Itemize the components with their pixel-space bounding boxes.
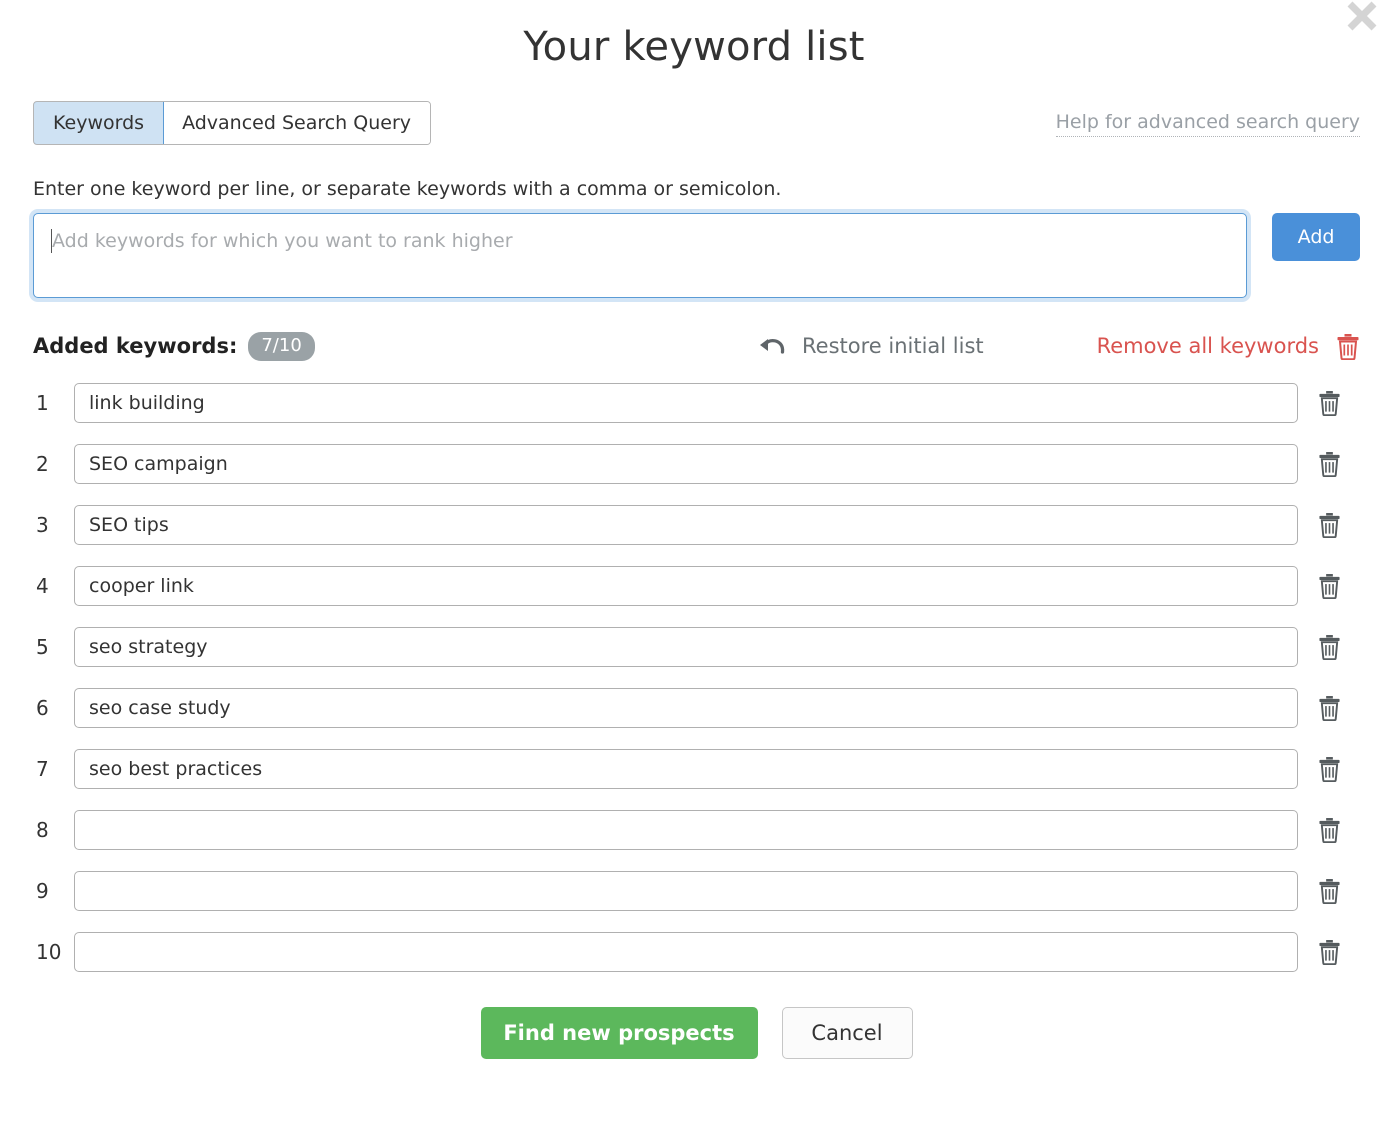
text-caret	[51, 229, 52, 253]
remove-all-keywords-button[interactable]: Remove all keywords	[1097, 333, 1360, 360]
dialog-footer: Find new prospects Cancel	[33, 1007, 1360, 1059]
delete-keyword-icon[interactable]	[1318, 390, 1341, 416]
keyword-count-badge: 7/10	[248, 332, 314, 361]
keyword-input[interactable]	[74, 505, 1298, 545]
delete-keyword-icon[interactable]	[1318, 634, 1341, 660]
keyword-row: 10	[33, 928, 1360, 975]
keyword-input[interactable]	[74, 566, 1298, 606]
keyword-row-number: 4	[33, 574, 74, 598]
keyword-row-number: 2	[33, 452, 74, 476]
tab-keywords[interactable]: Keywords	[33, 101, 164, 145]
tabs-row: Keywords Advanced Search Query Help for …	[33, 101, 1360, 145]
keyword-row-number: 1	[33, 391, 74, 415]
keyword-row: 3	[33, 501, 1360, 548]
tab-advanced-search-query-label: Advanced Search Query	[182, 112, 411, 134]
undo-icon	[758, 334, 788, 358]
keyword-row-number: 9	[33, 879, 74, 903]
keyword-input[interactable]	[74, 383, 1298, 423]
keyword-input[interactable]	[74, 871, 1298, 911]
page-title: Your keyword list	[0, 0, 1388, 72]
keyword-input[interactable]	[74, 444, 1298, 484]
delete-keyword-icon[interactable]	[1318, 756, 1341, 782]
added-keywords-label: Added keywords:	[33, 334, 237, 358]
keyword-textarea-wrapper[interactable]	[33, 213, 1247, 298]
keyword-row: 2	[33, 440, 1360, 487]
dialog-content: Keywords Advanced Search Query Help for …	[0, 101, 1388, 1059]
keyword-input[interactable]	[74, 688, 1298, 728]
entry-hint: Enter one keyword per line, or separate …	[33, 177, 1360, 201]
tab-advanced-search-query[interactable]: Advanced Search Query	[163, 102, 430, 144]
keyword-row-number: 10	[33, 940, 74, 964]
trash-icon	[1336, 333, 1360, 360]
find-new-prospects-button[interactable]: Find new prospects	[481, 1007, 758, 1059]
keyword-row-number: 5	[33, 635, 74, 659]
remove-all-keywords-label: Remove all keywords	[1097, 334, 1319, 358]
delete-keyword-icon[interactable]	[1318, 939, 1341, 965]
delete-keyword-icon[interactable]	[1318, 695, 1341, 721]
help-link[interactable]: Help for advanced search query	[1056, 110, 1360, 137]
tab-keywords-label: Keywords	[53, 112, 144, 134]
added-keywords-header: Added keywords: 7/10 Restore initial lis…	[33, 329, 1360, 363]
delete-keyword-icon[interactable]	[1318, 817, 1341, 843]
keyword-row: 8	[33, 806, 1360, 853]
delete-keyword-icon[interactable]	[1318, 573, 1341, 599]
keyword-input[interactable]	[74, 627, 1298, 667]
delete-keyword-icon[interactable]	[1318, 878, 1341, 904]
keyword-row: 4	[33, 562, 1360, 609]
keyword-entry-row: Add	[33, 213, 1360, 298]
keyword-input[interactable]	[74, 932, 1298, 972]
keyword-row: 5	[33, 623, 1360, 670]
delete-keyword-icon[interactable]	[1318, 451, 1341, 477]
keyword-row-number: 3	[33, 513, 74, 537]
cancel-button[interactable]: Cancel	[782, 1007, 913, 1059]
restore-initial-list-label: Restore initial list	[802, 334, 984, 358]
keyword-row: 7	[33, 745, 1360, 792]
close-button[interactable]	[1340, 0, 1384, 38]
keyword-row-number: 8	[33, 818, 74, 842]
keyword-row: 1	[33, 379, 1360, 426]
keyword-row: 9	[33, 867, 1360, 914]
keyword-input[interactable]	[74, 749, 1298, 789]
keyword-row-number: 7	[33, 757, 74, 781]
keyword-row: 6	[33, 684, 1360, 731]
keyword-row-number: 6	[33, 696, 74, 720]
delete-keyword-icon[interactable]	[1318, 512, 1341, 538]
add-button[interactable]: Add	[1272, 213, 1360, 261]
close-icon	[1340, 0, 1384, 38]
tab-group: Keywords Advanced Search Query	[33, 101, 431, 145]
keyword-list: 1 2	[33, 379, 1360, 975]
keyword-textarea[interactable]	[34, 214, 1246, 297]
restore-initial-list-button[interactable]: Restore initial list	[758, 334, 984, 358]
keyword-input[interactable]	[74, 810, 1298, 850]
